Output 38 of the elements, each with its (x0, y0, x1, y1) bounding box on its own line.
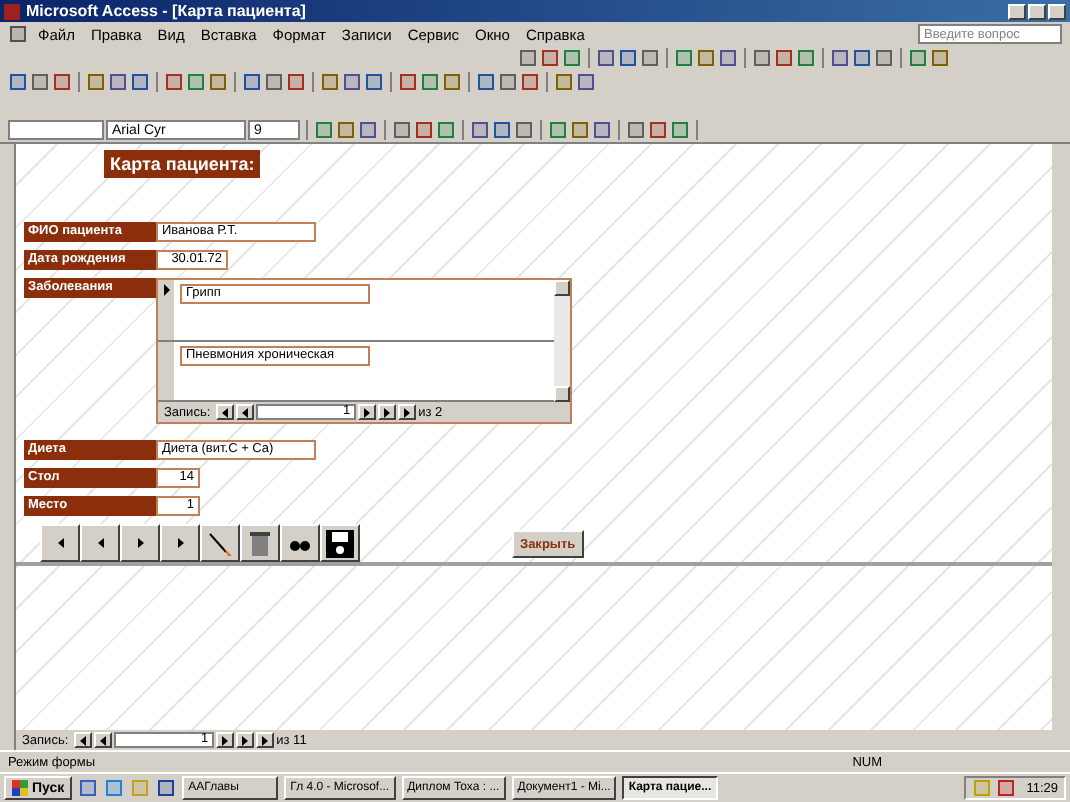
binoculars-icon (290, 535, 310, 551)
prev-record-button[interactable] (80, 524, 120, 562)
maximize-button[interactable] (1028, 3, 1046, 19)
scrollbar[interactable] (1052, 144, 1070, 750)
save-button[interactable] (320, 524, 360, 562)
find-button[interactable] (280, 524, 320, 562)
record-selector[interactable] (0, 144, 16, 750)
previous-record-button[interactable] (94, 732, 113, 748)
left-triangle-icon (55, 538, 65, 548)
next-record-button[interactable] (358, 404, 377, 421)
last-record-button[interactable] (160, 524, 200, 562)
tray-icon[interactable] (998, 780, 1015, 796)
object-combo[interactable] (8, 120, 104, 140)
windows-logo-icon (12, 780, 28, 796)
first-record-button[interactable] (74, 732, 93, 748)
form-title: Карта пациента: (104, 150, 261, 178)
scrollbar[interactable] (554, 280, 570, 403)
row-selector[interactable] (158, 280, 174, 342)
app-icon (4, 3, 20, 19)
close-button[interactable] (1048, 3, 1066, 19)
next-record-button[interactable] (120, 524, 160, 562)
window-title: Microsoft Access - [Карта пациента] (26, 2, 306, 20)
next-record-button[interactable] (216, 732, 235, 748)
right-triangle-icon (175, 538, 185, 548)
first-record-button[interactable] (216, 404, 235, 421)
first-record-button[interactable] (40, 524, 80, 562)
previous-record-button[interactable] (236, 404, 255, 421)
right-triangle-icon (135, 538, 145, 548)
delete-button[interactable] (240, 524, 280, 562)
left-triangle-icon (95, 538, 105, 548)
last-record-button[interactable] (378, 404, 397, 421)
last-record-button[interactable] (236, 732, 255, 748)
minimize-button[interactable] (1008, 3, 1026, 19)
trash-icon (248, 529, 272, 557)
new-record-button[interactable] (398, 404, 417, 421)
brush-icon (206, 529, 234, 557)
new-record-button[interactable] (256, 732, 275, 748)
edit-button[interactable] (200, 524, 240, 562)
